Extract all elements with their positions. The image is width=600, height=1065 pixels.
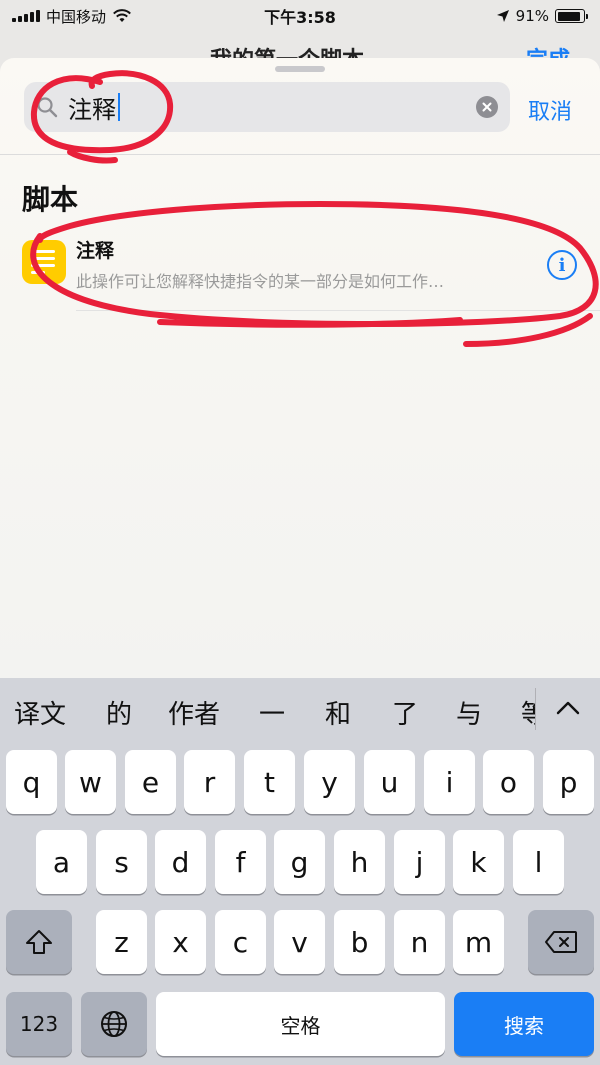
shift-key[interactable] [6, 910, 72, 974]
candidate-word[interactable]: 与 [456, 694, 482, 731]
carrier-label: 中国移动 [46, 7, 107, 26]
signal-icon [12, 10, 40, 22]
candidate-bar: 译文 的 作者 一 和 了 与 等 [0, 678, 600, 742]
space-key[interactable]: 空格 [156, 992, 445, 1056]
status-right: 91% [496, 7, 588, 25]
key-d[interactable]: d [155, 830, 206, 894]
key-g[interactable]: g [274, 830, 325, 894]
shift-icon [26, 930, 52, 954]
key-r[interactable]: r [184, 750, 235, 814]
candidate-word[interactable]: 了 [392, 694, 418, 731]
candidate-separator [535, 688, 536, 730]
search-query: 注释 [68, 95, 116, 124]
wifi-icon [113, 9, 131, 22]
candidate-word[interactable]: 作者 [168, 694, 220, 731]
action-description: 此操作可让您解释快捷指令的某一部分是如何工作… [76, 272, 445, 291]
key-i[interactable]: i [424, 750, 475, 814]
key-e[interactable]: e [125, 750, 176, 814]
candidate-word[interactable]: 的 [106, 694, 132, 731]
candidate-word[interactable]: 一 [259, 694, 285, 731]
divider [76, 310, 600, 311]
key-x[interactable]: x [155, 910, 206, 974]
note-icon [22, 240, 66, 284]
numbers-key[interactable]: 123 [6, 992, 72, 1056]
key-w[interactable]: w [65, 750, 116, 814]
search-icon [37, 97, 58, 118]
cancel-button[interactable]: 取消 [528, 94, 572, 126]
screen: 中国移动 下午3:58 91% 我的第一个脚本 完成 [0, 0, 600, 1065]
key-p[interactable]: p [543, 750, 594, 814]
candidate-word[interactable]: 译文 [14, 694, 66, 731]
globe-key[interactable] [81, 992, 147, 1056]
key-t[interactable]: t [244, 750, 295, 814]
location-icon [496, 10, 509, 22]
key-j[interactable]: j [394, 830, 445, 894]
chevron-up-icon[interactable] [552, 692, 584, 724]
backspace-icon [545, 931, 577, 953]
battery-icon [555, 9, 588, 23]
search-input[interactable]: 注释 [68, 90, 120, 125]
key-u[interactable]: u [364, 750, 415, 814]
key-a[interactable]: a [36, 830, 87, 894]
candidate-word[interactable]: 和 [325, 694, 351, 731]
key-k[interactable]: k [453, 830, 504, 894]
status-left: 中国移动 [12, 6, 132, 27]
key-q[interactable]: q [6, 750, 57, 814]
text-caret [118, 93, 120, 121]
key-z[interactable]: z [96, 910, 147, 974]
search-bar[interactable]: 注释 [24, 82, 510, 132]
key-o[interactable]: o [483, 750, 534, 814]
info-icon[interactable]: i [547, 250, 577, 280]
search-key[interactable]: 搜索 [454, 992, 594, 1056]
key-h[interactable]: h [334, 830, 385, 894]
key-l[interactable]: l [513, 830, 564, 894]
key-v[interactable]: v [274, 910, 325, 974]
key-s[interactable]: s [96, 830, 147, 894]
clear-search-button[interactable] [476, 96, 498, 118]
sheet-grabber[interactable] [275, 66, 325, 72]
actions-sheet: 注释 取消 脚本 注释 此操作可让您解释快捷指令的某一部分是如何工作… i [0, 58, 600, 678]
key-c[interactable]: c [215, 910, 266, 974]
candidate-word[interactable]: 等 [521, 694, 535, 731]
key-f[interactable]: f [215, 830, 266, 894]
delete-key[interactable] [528, 910, 594, 974]
close-icon [482, 102, 492, 112]
divider [0, 154, 600, 155]
list-item[interactable]: 注释 此操作可让您解释快捷指令的某一部分是如何工作… i [0, 230, 600, 310]
section-title: 脚本 [22, 183, 79, 216]
key-b[interactable]: b [334, 910, 385, 974]
key-y[interactable]: y [304, 750, 355, 814]
key-n[interactable]: n [394, 910, 445, 974]
keyboard: 译文 的 作者 一 和 了 与 等 q w e r t y u i o p a … [0, 678, 600, 1065]
battery-percent: 91% [515, 7, 549, 25]
globe-icon [101, 1011, 127, 1037]
status-bar: 中国移动 下午3:58 91% [0, 0, 600, 32]
key-m[interactable]: m [453, 910, 504, 974]
action-title: 注释 [76, 240, 115, 262]
